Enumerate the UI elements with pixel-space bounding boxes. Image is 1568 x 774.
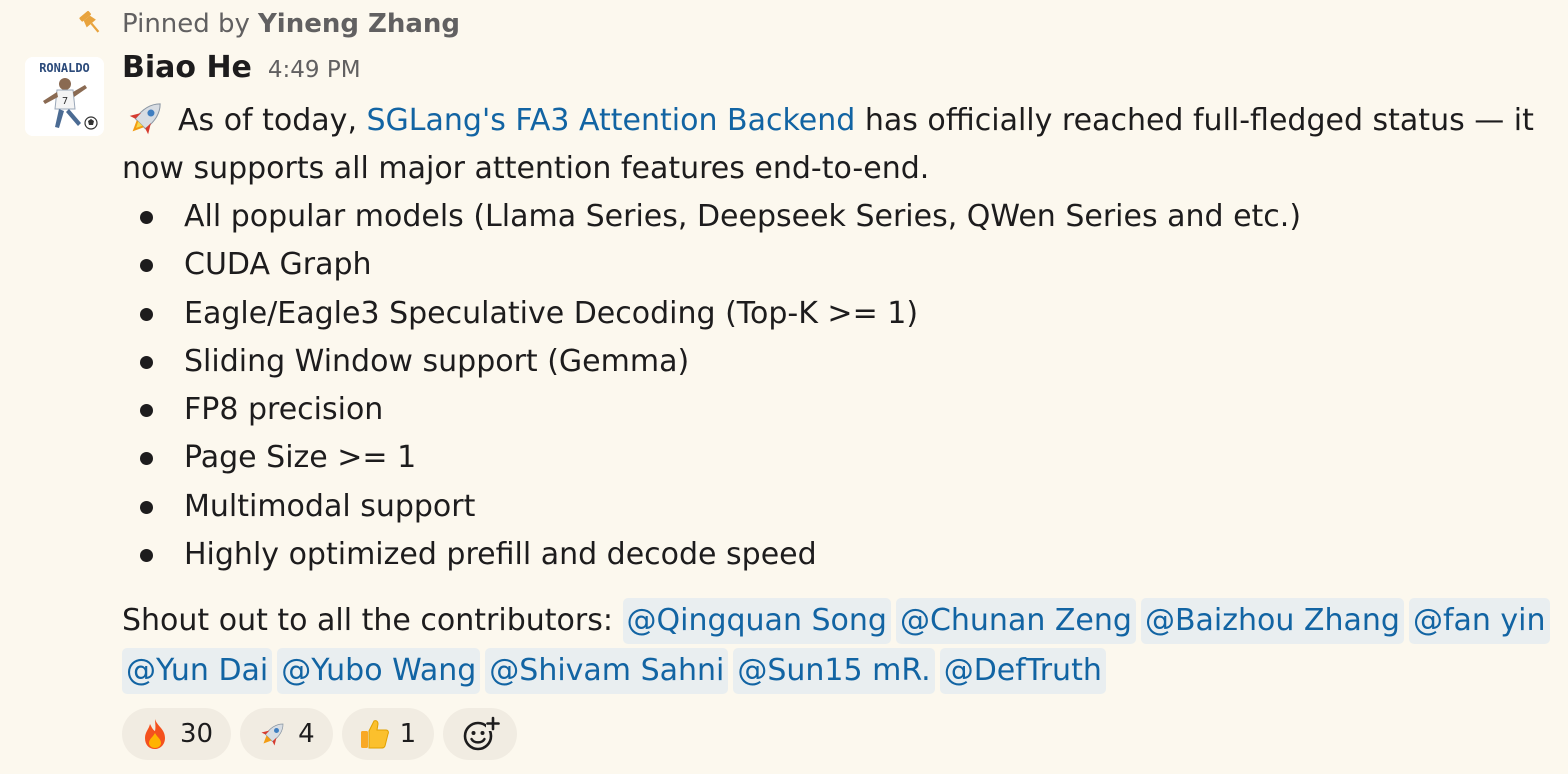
mention[interactable]: @Sun15 mR. [733, 648, 935, 695]
bullet [140, 404, 153, 418]
mention[interactable]: @Qingquan Song [622, 598, 891, 645]
list-item: Eagle/Eagle3 Speculative Decoding (Top-K… [122, 290, 1562, 338]
message-body: As of today, SGLang's FA3 Attention Back… [122, 96, 1562, 193]
shoutout: Shout out to all the contributors: @Qing… [122, 596, 1562, 696]
bullet [140, 452, 153, 466]
message-header: Biao He 4:49 PM [122, 50, 1562, 96]
list-item: CUDA Graph [122, 241, 1562, 289]
bullet [140, 259, 153, 273]
mention[interactable]: @DefTruth [939, 648, 1106, 695]
avatar[interactable]: RONALDO 7 [25, 57, 104, 136]
fire-icon [145, 719, 165, 750]
reaction-thumbs-up[interactable]: 1 [341, 708, 435, 761]
mention[interactable]: @Yubo Wang [277, 648, 481, 695]
author-name[interactable]: Biao He [122, 50, 252, 85]
reaction-fire[interactable]: 30 [122, 708, 232, 761]
bullet [140, 549, 153, 563]
mention[interactable]: @Baizhou Zhang [1140, 598, 1404, 645]
bullet [140, 307, 153, 321]
list-item: Sliding Window support (Gemma) [122, 338, 1562, 386]
add-emoji-icon [463, 717, 501, 751]
feature-list: All popular models (Llama Series, Deepse… [122, 193, 1562, 579]
pinned-by-user[interactable]: Yineng Zhang [258, 9, 460, 39]
avatar-text: RONALDO [39, 61, 90, 75]
rocket-icon [261, 724, 284, 746]
reaction-bar: 30 4 1 [122, 708, 1562, 761]
shoutout-label: Shout out to all the contributors: [122, 603, 613, 639]
rocket-icon [122, 96, 170, 140]
pinned-prefix: Pinned by [122, 9, 250, 39]
reaction-rocket[interactable]: 4 [240, 708, 333, 761]
pin-icon [78, 10, 102, 38]
list-item: All popular models (Llama Series, Deepse… [122, 193, 1562, 241]
intro-text: As of today, [178, 103, 367, 138]
bullet [140, 355, 153, 369]
mention[interactable]: @Chunan Zeng [895, 598, 1136, 645]
bullet [140, 500, 153, 514]
svg-text:7: 7 [62, 96, 68, 107]
reaction-count: 1 [399, 719, 417, 750]
bullet [140, 211, 153, 224]
list-item: FP8 precision [122, 386, 1562, 434]
reaction-count: 30 [180, 719, 214, 750]
reaction-count: 4 [298, 719, 315, 750]
list-item: Page Size >= 1 [122, 434, 1562, 482]
fa3-backend-link[interactable]: SGLang's FA3 Attention Backend [367, 103, 856, 138]
mention[interactable]: @Yun Dai [122, 648, 273, 695]
thumbs-up-icon [360, 720, 389, 749]
list-item: Highly optimized prefill and decode spee… [122, 531, 1562, 579]
message: Biao He 4:49 PM As of today, SGLang's FA… [122, 50, 1562, 761]
mention[interactable]: @Shivam Sahni [485, 648, 729, 695]
mention[interactable]: @fan yin [1408, 598, 1550, 645]
pinned-banner: Pinned by Yineng Zhang [78, 6, 460, 42]
list-item: Multimodal support [122, 483, 1562, 531]
timestamp[interactable]: 4:49 PM [268, 57, 361, 83]
add-reaction-button[interactable] [443, 708, 518, 761]
